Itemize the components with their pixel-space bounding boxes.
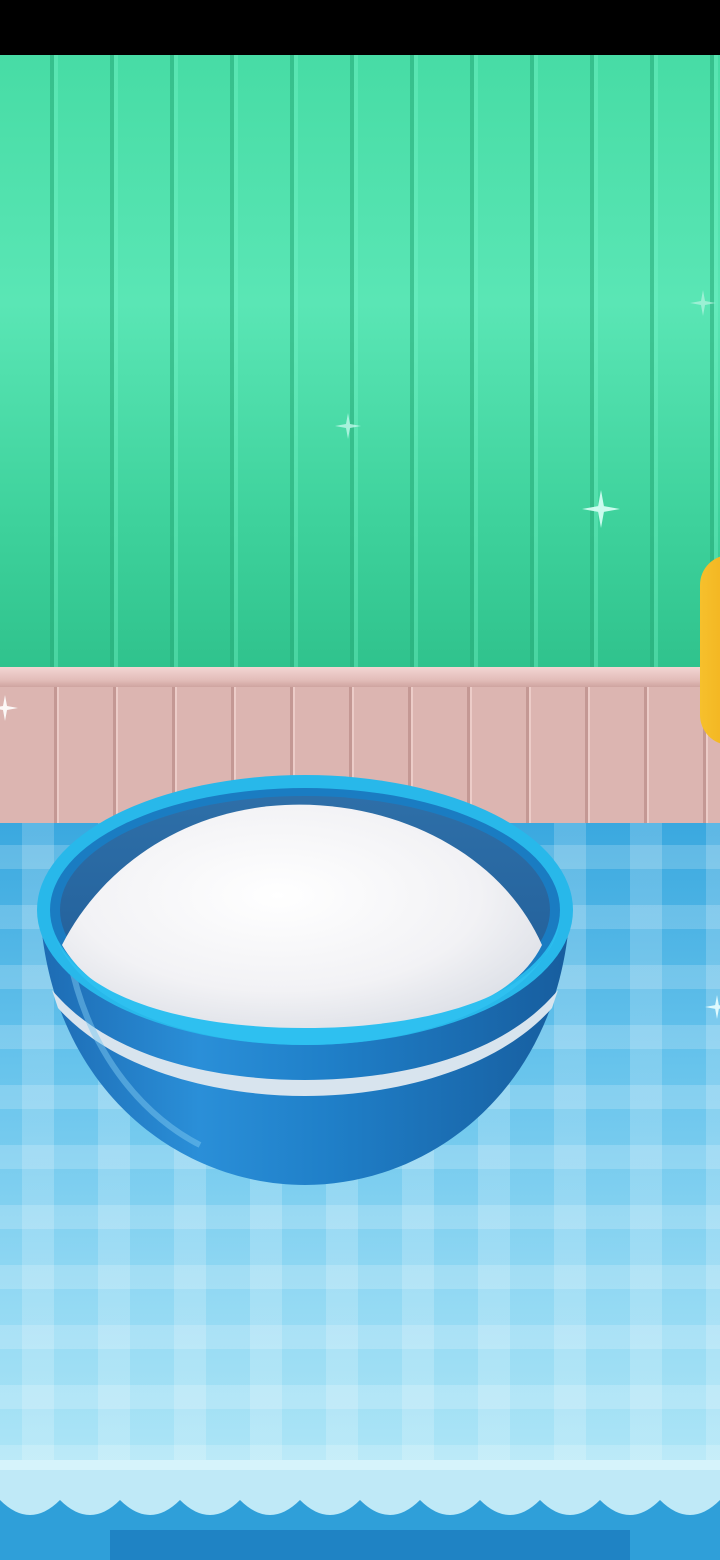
- yellow-ingredient-item[interactable]: [700, 555, 720, 745]
- tablecloth-scalloped-edge: [0, 1460, 720, 1560]
- sparkle-icon: [335, 413, 361, 439]
- status-bar: [0, 0, 720, 55]
- sparkle-icon: [705, 995, 720, 1019]
- mixing-bowl[interactable]: [30, 760, 580, 1200]
- wall-rail: [0, 667, 720, 689]
- sparkle-icon: [582, 490, 620, 528]
- striped-wall: [0, 55, 720, 675]
- game-scene: [0, 55, 720, 1560]
- sparkle-icon: [0, 695, 18, 721]
- sparkle-icon: [690, 290, 716, 316]
